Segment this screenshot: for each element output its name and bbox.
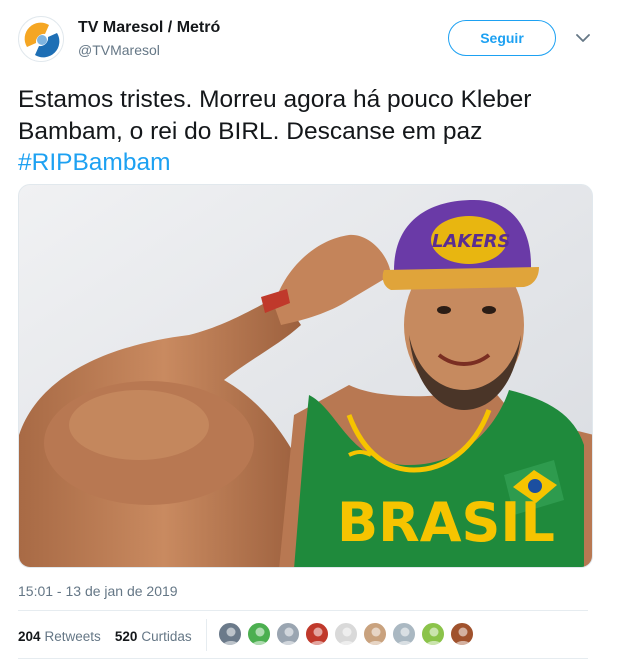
cap-logo-text: LAKERS [432, 231, 510, 252]
likers-avatars [218, 622, 479, 646]
likes-label: Curtidas [141, 628, 192, 644]
user-avatar-icon[interactable] [305, 622, 329, 646]
user-avatar-icon[interactable] [218, 622, 242, 646]
hashtag-link[interactable]: #RIPBambam [18, 149, 171, 176]
account-handle[interactable]: @TVMaresol [78, 42, 160, 58]
tv-maresol-logo-icon [20, 18, 63, 61]
tweet-text: Estamos tristes. Morreu agora há pouco K… [18, 84, 603, 179]
jersey-text: BRASIL [337, 491, 555, 554]
tweet-header: TV Maresol / Metró @TVMaresol Seguir [18, 14, 606, 64]
divider [18, 658, 588, 659]
chevron-down-icon[interactable] [573, 28, 593, 48]
retweets-count: 204 [18, 628, 41, 644]
user-avatar-icon[interactable] [421, 622, 445, 646]
divider [18, 610, 588, 611]
likes-stat[interactable]: 520 Curtidas [115, 629, 192, 644]
retweets-label: Retweets [44, 628, 101, 644]
tweet-timestamp[interactable]: 15:01 - 13 de jan de 2019 [18, 583, 178, 599]
follow-button[interactable]: Seguir [448, 20, 556, 56]
user-avatar-icon[interactable] [276, 622, 300, 646]
user-avatar-icon[interactable] [363, 622, 387, 646]
photo-illustration: BRASIL LAKERS [19, 185, 592, 567]
likes-count: 520 [114, 628, 138, 644]
retweets-stat[interactable]: 204 Retweets [18, 629, 101, 644]
tweet-photo[interactable]: BRASIL LAKERS [18, 184, 593, 568]
user-avatar-icon[interactable] [334, 622, 358, 646]
user-avatar-icon[interactable] [450, 622, 474, 646]
tweet-text-body: Estamos tristes. Morreu agora há pouco K… [18, 86, 532, 145]
user-avatar-icon[interactable] [247, 622, 271, 646]
account-avatar[interactable] [18, 16, 64, 62]
tweet-stats: 204 Retweets 520 Curtidas [18, 626, 192, 646]
stats-divider [206, 619, 207, 651]
account-display-name[interactable]: TV Maresol / Metró [78, 19, 220, 37]
default-avatar-icon[interactable] [392, 622, 416, 646]
